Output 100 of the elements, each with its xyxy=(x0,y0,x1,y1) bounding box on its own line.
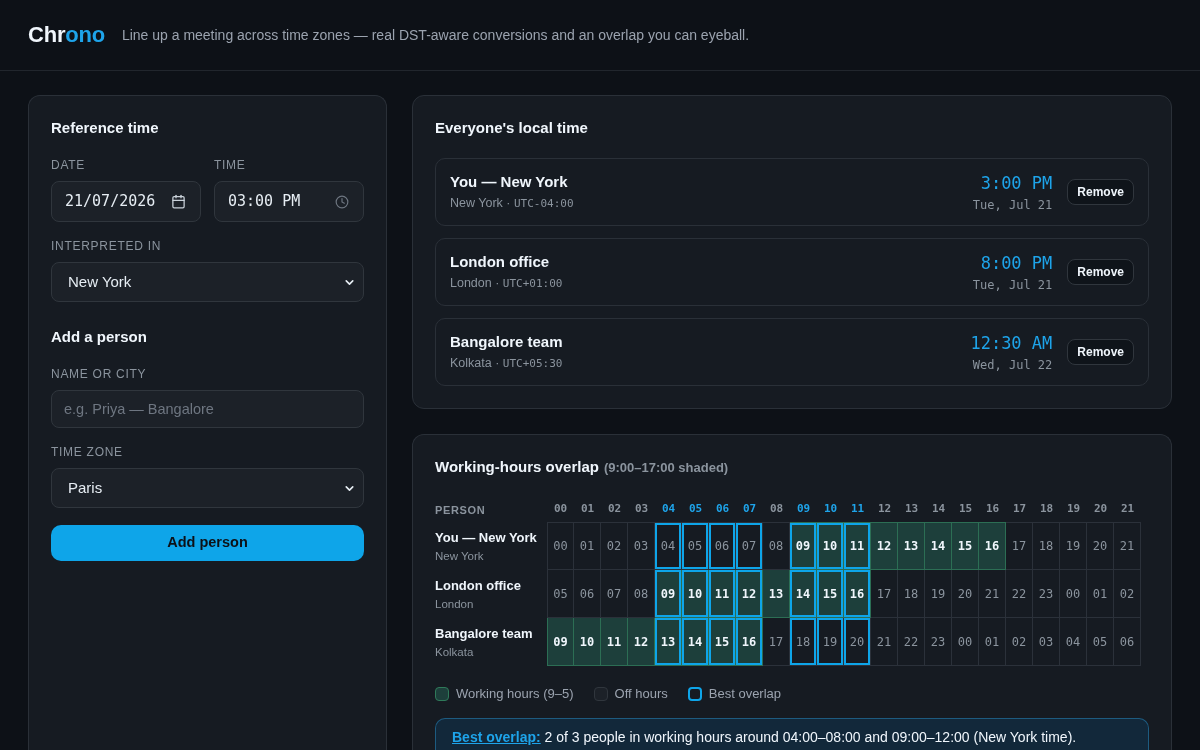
person-place: London xyxy=(435,596,474,612)
hour-cell: 14 xyxy=(790,570,817,618)
hour-cell: 10 xyxy=(682,570,709,618)
hour-cell: 04 xyxy=(655,522,682,570)
hour-cell: 00 xyxy=(1060,570,1087,618)
section-title: Reference time xyxy=(51,118,159,138)
local-time: 8:00 PM xyxy=(980,251,1053,274)
hour-label: 08 xyxy=(769,500,784,517)
local-time: 12:30 AM xyxy=(970,331,1053,354)
hour-cell: 19 xyxy=(817,618,844,666)
hour-label: 17 xyxy=(1012,500,1027,517)
hour-cell: 15 xyxy=(952,522,979,570)
field-label: TIME xyxy=(214,157,246,173)
field-label: INTERPRETED IN xyxy=(51,238,162,254)
hour-cell: 17 xyxy=(763,618,790,666)
local-date: Wed, Jul 22 xyxy=(972,356,1053,373)
legend-label: Off hours xyxy=(614,685,668,703)
hour-cell: 17 xyxy=(1006,522,1033,570)
hour-cell: 16 xyxy=(844,570,871,618)
local-date: Tue, Jul 21 xyxy=(972,196,1053,213)
person-name: Bangalore team xyxy=(435,624,533,642)
name-input[interactable]: e.g. Priya — Bangalore xyxy=(51,390,364,428)
date-field[interactable]: 21/07/2026 xyxy=(51,181,201,222)
field-label: TIME ZONE xyxy=(51,444,123,460)
hour-cell: 06 xyxy=(709,522,736,570)
hour-label: 05 xyxy=(688,500,703,517)
hour-cell: 21 xyxy=(871,618,898,666)
column-heading: PERSON xyxy=(435,504,486,516)
swatch-icon xyxy=(687,687,702,701)
hour-cell: 23 xyxy=(1033,570,1060,618)
section-title: Add a person xyxy=(51,327,147,347)
hour-cell: 22 xyxy=(898,618,925,666)
timezone-select[interactable]: Paris xyxy=(51,468,364,508)
hour-label: 14 xyxy=(931,500,946,517)
hour-label: 03 xyxy=(634,500,649,517)
field-label: NAME OR CITY xyxy=(51,366,147,382)
add-person-button[interactable]: Add person xyxy=(51,525,364,561)
time-field[interactable]: 03:00 PM xyxy=(214,181,364,222)
hour-cell: 15 xyxy=(817,570,844,618)
hour-label: 06 xyxy=(715,500,730,517)
swatch-icon xyxy=(593,687,608,701)
hour-cell: 17 xyxy=(871,570,898,618)
hour-label: 13 xyxy=(904,500,919,517)
app-logo: Chrono xyxy=(28,21,105,49)
hour-cell: 15 xyxy=(709,618,736,666)
hour-cell: 00 xyxy=(547,522,574,570)
timezone-select[interactable]: New York xyxy=(51,262,364,302)
hour-cell: 23 xyxy=(925,618,952,666)
person-name: You — New York xyxy=(435,528,537,546)
hour-cell: 11 xyxy=(601,618,628,666)
field-label: DATE xyxy=(51,157,85,173)
hour-label: 16 xyxy=(985,500,1000,517)
hour-cell: 02 xyxy=(1114,570,1141,618)
hour-label: 10 xyxy=(823,500,838,517)
hour-label: 04 xyxy=(661,500,676,517)
person-name: London office xyxy=(435,576,521,594)
hour-cell: 13 xyxy=(898,522,925,570)
calendar-icon xyxy=(171,194,186,209)
hour-cell: 14 xyxy=(682,618,709,666)
hour-cell: 12 xyxy=(736,570,763,618)
remove-button[interactable]: Remove xyxy=(1067,339,1134,365)
local-date: Tue, Jul 21 xyxy=(972,276,1053,293)
hour-label: 18 xyxy=(1039,500,1054,517)
hour-label: 19 xyxy=(1066,500,1081,517)
hour-cell: 20 xyxy=(1087,522,1114,570)
hour-label: 07 xyxy=(742,500,757,517)
hour-cell: 13 xyxy=(763,570,790,618)
person-name: Bangalore team xyxy=(450,332,563,352)
hour-label: 11 xyxy=(850,500,865,517)
person-name: You — New York xyxy=(450,172,568,192)
hour-cell: 07 xyxy=(736,522,763,570)
hour-cell: 21 xyxy=(1114,522,1141,570)
hour-cell: 06 xyxy=(1114,618,1141,666)
hour-cell: 22 xyxy=(1006,570,1033,618)
hour-cell: 05 xyxy=(1087,618,1114,666)
hour-cell: 13 xyxy=(655,618,682,666)
hour-cell: 19 xyxy=(925,570,952,618)
hour-cell: 01 xyxy=(574,522,601,570)
remove-button[interactable]: Remove xyxy=(1067,179,1134,205)
hour-cell: 18 xyxy=(790,618,817,666)
hour-cell: 03 xyxy=(628,522,655,570)
hour-label: 00 xyxy=(553,500,568,517)
hour-cell: 14 xyxy=(925,522,952,570)
section-title: Everyone's local time xyxy=(435,118,588,138)
title-note: (9:00–17:00 shaded) xyxy=(603,459,729,477)
remove-button[interactable]: Remove xyxy=(1067,259,1134,285)
hour-cell: 01 xyxy=(1087,570,1114,618)
hour-cell: 20 xyxy=(952,570,979,618)
hour-cell: 18 xyxy=(1033,522,1060,570)
hour-label: 12 xyxy=(877,500,892,517)
hour-cell: 16 xyxy=(736,618,763,666)
hour-cell: 01 xyxy=(979,618,1006,666)
hour-cell: 09 xyxy=(790,522,817,570)
hour-cell: 02 xyxy=(601,522,628,570)
person-name: London office xyxy=(450,252,550,272)
person-place: New York xyxy=(435,548,484,564)
hour-cell: 09 xyxy=(655,570,682,618)
hour-label: 20 xyxy=(1093,500,1108,517)
hour-cell: 04 xyxy=(1060,618,1087,666)
hour-cell: 09 xyxy=(547,618,574,666)
